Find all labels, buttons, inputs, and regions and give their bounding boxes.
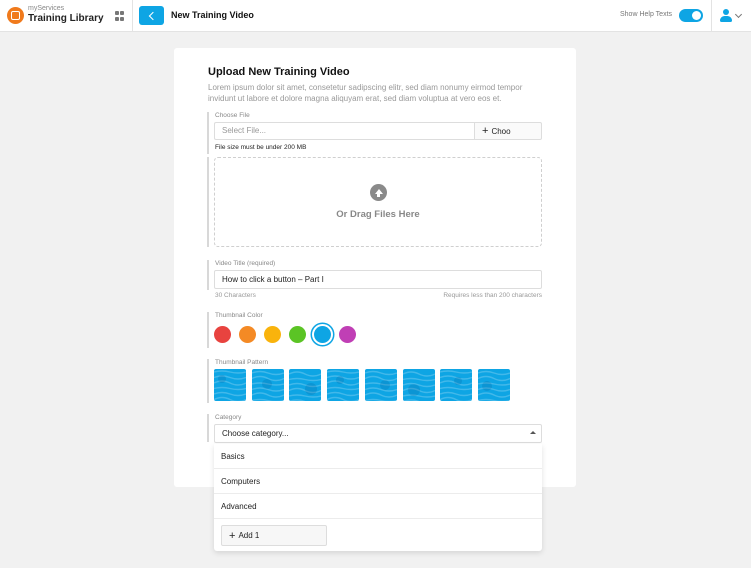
character-requirement: Requires less than 200 characters xyxy=(443,292,542,299)
upload-arrow-icon xyxy=(370,184,387,201)
thumbnail-pattern-tile[interactable] xyxy=(477,369,510,401)
brand-title: Training Library xyxy=(28,13,104,24)
field-indicator xyxy=(207,112,209,154)
form-title: Upload New Training Video xyxy=(208,66,350,78)
file-input[interactable]: Select File... xyxy=(214,122,474,140)
thumbnail-pattern-tile[interactable] xyxy=(364,369,397,401)
app-grid-icon[interactable] xyxy=(115,11,125,21)
back-button[interactable] xyxy=(139,6,164,25)
plus-icon: + xyxy=(229,529,236,542)
choose-file-button[interactable]: + Choo xyxy=(474,122,542,140)
field-indicator xyxy=(207,260,209,290)
thumbnail-pattern-tile[interactable] xyxy=(327,369,360,401)
caret-up-icon[interactable] xyxy=(530,431,536,434)
add-category-button-label: Add 1 xyxy=(238,531,260,540)
file-dropzone[interactable] xyxy=(214,157,542,247)
category-option-basics[interactable]: Basics xyxy=(214,444,542,469)
add-category-button[interactable]: + Add 1 xyxy=(221,525,327,546)
thumbnail-pattern-tile[interactable] xyxy=(402,369,435,401)
field-indicator xyxy=(207,414,209,442)
thumbnail-color-swatch[interactable] xyxy=(314,326,331,343)
video-title-input[interactable]: How to click a button – Part I xyxy=(214,270,542,289)
help-toggle[interactable] xyxy=(679,9,703,22)
form-description: Lorem ipsum dolor sit amet, consetetur s… xyxy=(208,83,523,103)
chevron-down-icon[interactable] xyxy=(734,10,743,19)
thumbnail-color-swatch[interactable] xyxy=(339,326,356,343)
thumbnail-color-swatch[interactable] xyxy=(289,326,306,343)
header-divider xyxy=(132,0,133,32)
top-bar: myServices Training Library New Training… xyxy=(0,0,751,32)
category-select[interactable]: Choose category... xyxy=(214,424,542,443)
chevron-left-icon xyxy=(148,11,157,20)
category-option-computers[interactable]: Computers xyxy=(214,469,542,494)
video-title-label: Video Title (required) xyxy=(215,260,276,267)
thumbnail-pattern-tile[interactable] xyxy=(251,369,284,401)
page-title: New Training Video xyxy=(171,10,254,20)
brand-logo-icon xyxy=(7,7,24,24)
thumbnail-color-swatch[interactable] xyxy=(214,326,231,343)
thumbnail-color-swatch[interactable] xyxy=(239,326,256,343)
file-size-hint: File size must be under 200 MB xyxy=(215,144,307,151)
user-avatar-icon[interactable] xyxy=(720,9,732,22)
brand-subtitle: myServices xyxy=(28,5,65,12)
thumbnail-pattern-tile[interactable] xyxy=(289,369,322,401)
field-indicator xyxy=(207,157,209,247)
category-label: Category xyxy=(215,414,242,421)
choose-file-label: Choose File xyxy=(215,112,250,119)
field-indicator xyxy=(207,359,209,403)
character-count: 30 Characters xyxy=(215,292,256,299)
choose-file-button-label: Choo xyxy=(491,126,511,136)
field-indicator xyxy=(207,312,209,348)
thumbnail-pattern-tile[interactable] xyxy=(214,369,246,401)
thumbnail-pattern-tile[interactable] xyxy=(440,369,473,401)
plus-icon: + xyxy=(482,125,489,137)
header-divider xyxy=(711,0,712,32)
drag-files-text: Or Drag Files Here xyxy=(336,209,420,220)
thumbnail-color-swatch[interactable] xyxy=(264,326,281,343)
category-option-advanced[interactable]: Advanced xyxy=(214,494,542,519)
help-toggle-label: Show Help Texts xyxy=(620,11,673,18)
thumbnail-color-label: Thumbnail Color xyxy=(215,312,263,319)
thumbnail-pattern-label: Thumbnail Pattern xyxy=(215,359,269,366)
